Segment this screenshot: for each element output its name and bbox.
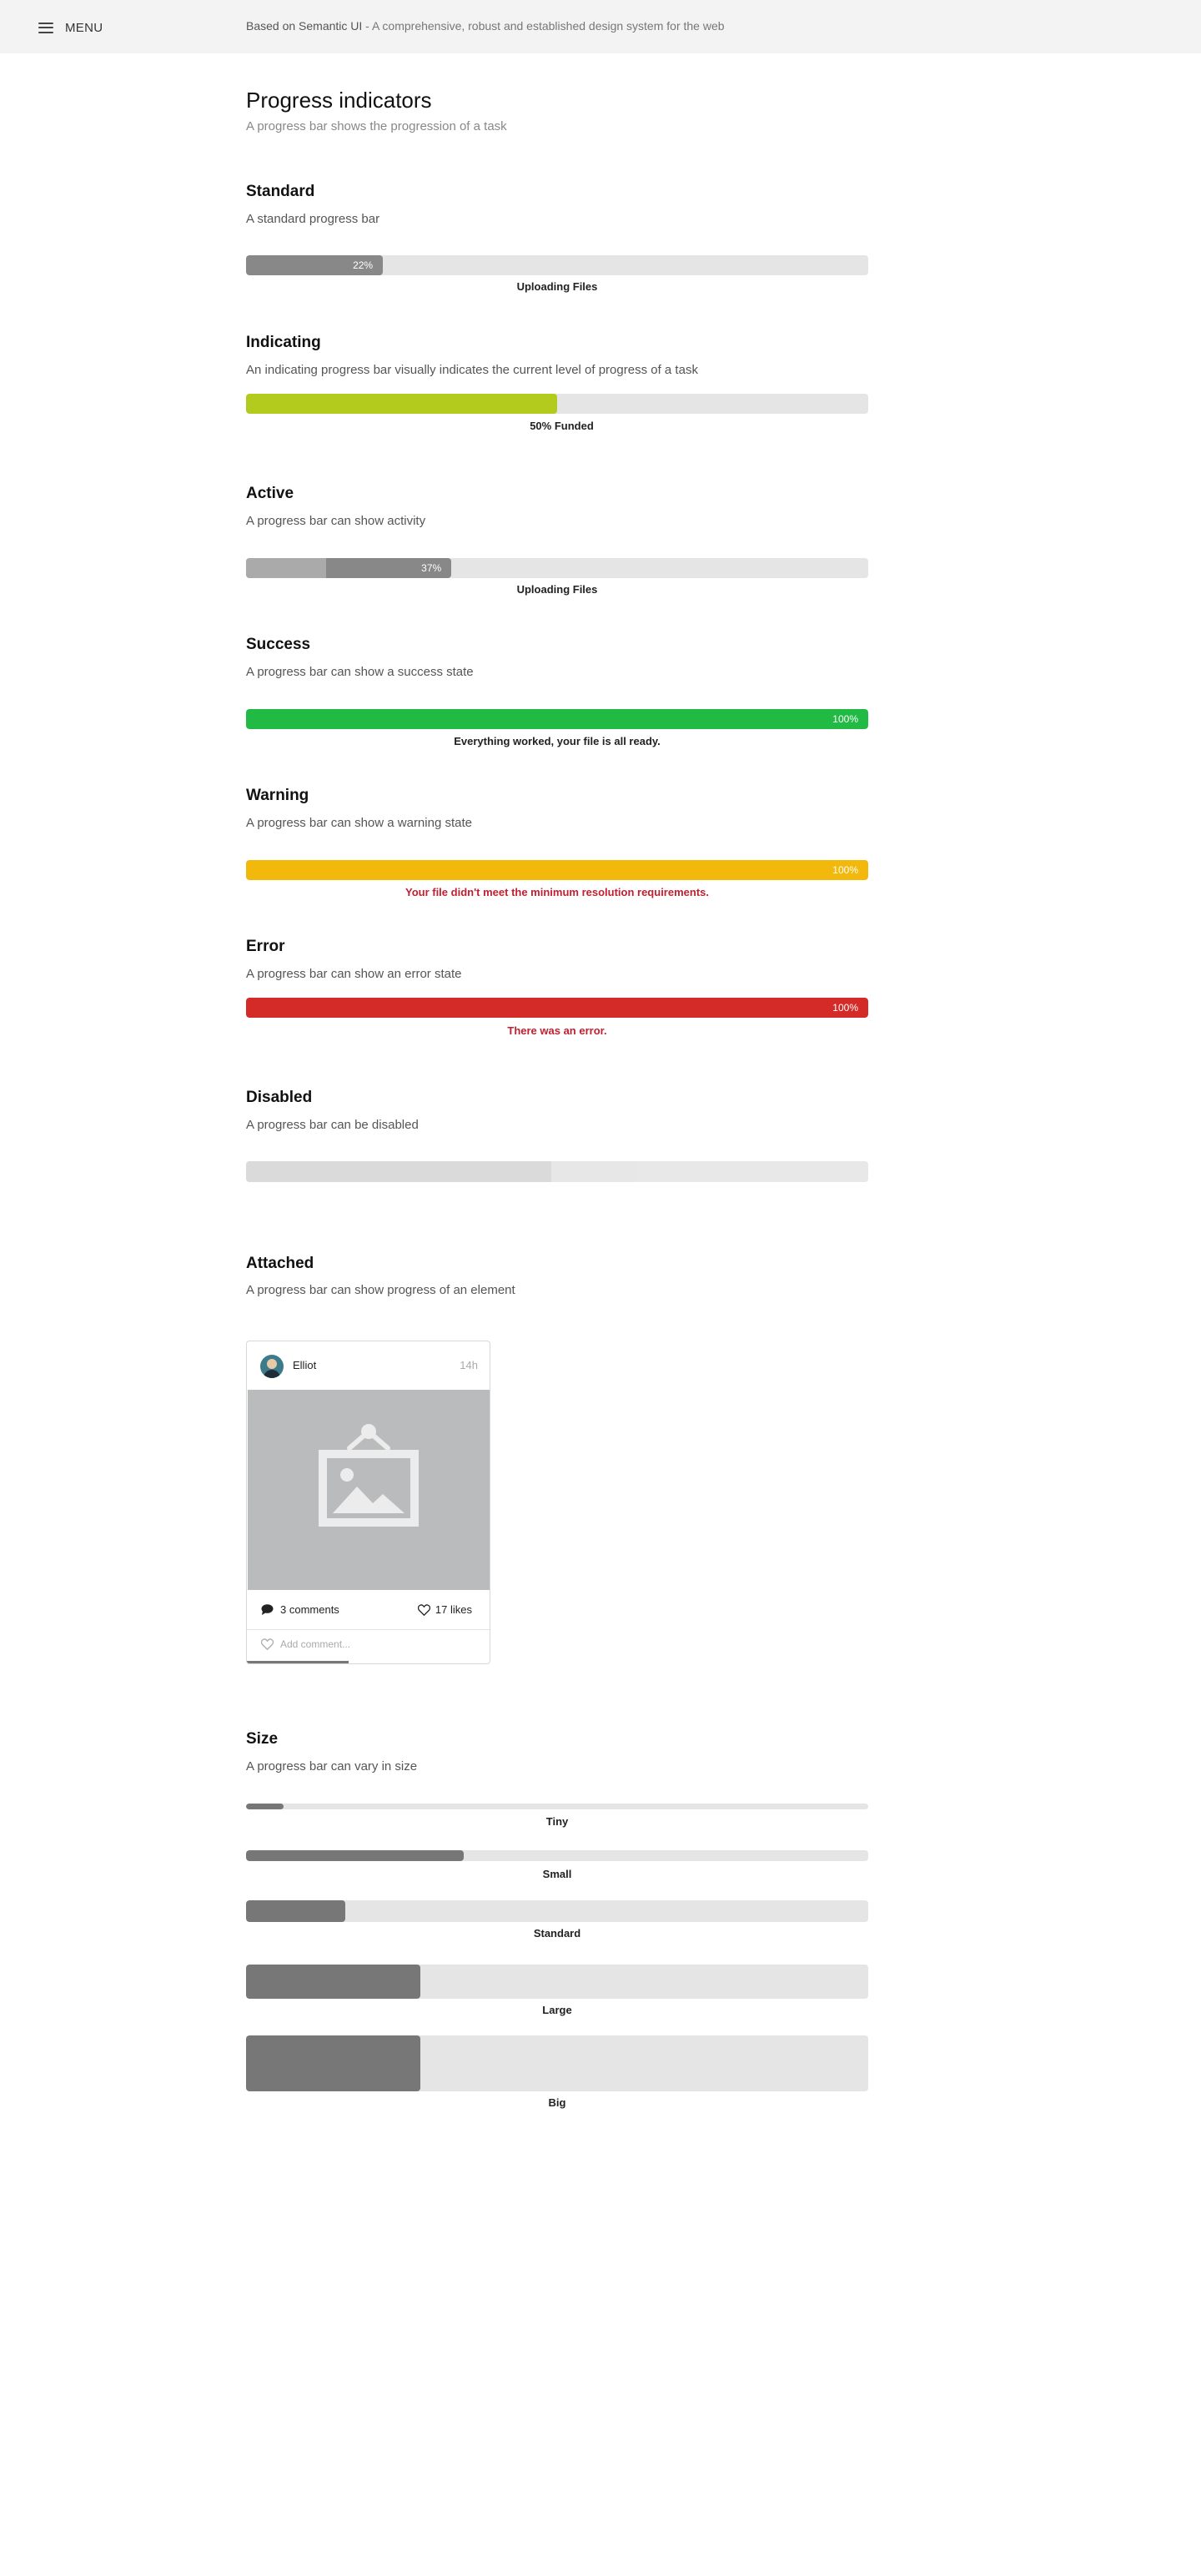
progress-fill [247,1661,349,1663]
brand-link[interactable]: Based on Semantic UI [246,19,362,33]
section-desc-disabled: A progress bar can be disabled [246,1118,419,1132]
progress-label-error: There was an error. [507,1024,607,1037]
top-bar: MENU Based on Semantic UI - A comprehens… [0,0,1201,53]
page-title: Progress indicators [246,88,432,113]
progress-fill [246,1850,465,1861]
progress-label-success: Everything worked, your file is all read… [454,735,661,747]
attached-progress-bar [247,1661,490,1663]
progress-percent: 22% [353,259,374,271]
progress-fill [246,1161,551,1182]
section-desc-size: A progress bar can vary in size [246,1759,418,1774]
section-title-warning: Warning [246,787,309,804]
progress-bar-standard-size [246,1900,868,1922]
progress-fill: 37% [246,558,452,578]
progress-label-indicating: 50% Funded [530,420,594,432]
comments-button[interactable]: 3 comments [261,1603,339,1616]
card-username[interactable]: Elliot [293,1359,316,1371]
add-comment-field[interactable]: Add comment... [261,1638,350,1650]
progress-fill [246,1900,346,1922]
heart-icon [417,1603,430,1616]
section-title-error: Error [246,938,285,955]
progress-label-big: Big [548,2096,566,2109]
add-comment-placeholder: Add comment... [280,1638,351,1650]
section-title-attached: Attached [246,1255,314,1272]
section-desc-attached: A progress bar can show progress of an e… [246,1283,515,1297]
progress-label-large: Large [542,2004,572,2016]
menu-label: MENU [65,20,103,35]
section-desc-standard: A standard progress bar [246,212,380,226]
progress-bar-big [246,2035,868,2091]
section-title-standard: Standard [246,183,315,200]
progress-bar-active: 37% [246,558,868,578]
section-title-size: Size [246,1730,279,1748]
progress-percent: 100% [832,713,858,725]
progress-percent: 100% [832,1002,858,1014]
post-card: Elliot 14h 3 comments 17 likes Add comme… [246,1341,490,1664]
active-shine [246,558,326,578]
avatar[interactable] [260,1355,284,1378]
site-tagline: Based on Semantic UI - A comprehensive, … [246,19,725,33]
heart-outline-icon [261,1638,274,1650]
progress-fill: 100% [246,709,868,729]
card-header: Elliot 14h [247,1341,490,1390]
image-placeholder-icon [319,1424,419,1527]
section-title-disabled: Disabled [246,1089,313,1106]
progress-bar-disabled [246,1161,868,1182]
progress-label-standard-size: Standard [533,1927,581,1940]
section-desc-indicating: An indicating progress bar visually indi… [246,363,698,377]
progress-fill [246,1965,420,1999]
progress-bar-warning: 100% [246,860,868,880]
progress-bar-success: 100% [246,709,868,729]
progress-label-standard: Uploading Files [516,280,598,293]
likes-count: 17 likes [435,1603,472,1616]
hamburger-icon [38,22,53,33]
progress-label-small: Small [542,1868,572,1880]
progress-bar-error: 100% [246,998,868,1018]
progress-fill: 100% [246,998,868,1018]
image-placeholder [248,1390,490,1590]
progress-percent: 37% [421,562,442,574]
progress-label-warning: Your file didn't meet the minimum resolu… [405,886,709,898]
comment-icon [261,1604,274,1615]
section-desc-error: A progress bar can show an error state [246,967,462,981]
progress-bar-indicating [246,394,868,414]
progress-percent: 100% [832,864,858,876]
progress-bar-standard: 22% [246,255,868,275]
section-title-indicating: Indicating [246,334,321,351]
section-desc-success: A progress bar can show a success state [246,665,474,679]
tagline-text: - A comprehensive, robust and establishe… [362,19,725,33]
progress-fill: 100% [246,860,868,880]
section-desc-warning: A progress bar can show a warning state [246,816,472,830]
progress-fill [246,2035,420,2091]
card-actions: 3 comments 17 likes [247,1590,490,1630]
progress-fill: 22% [246,255,384,275]
progress-bar-large [246,1965,868,1999]
section-title-success: Success [246,636,311,653]
progress-label-tiny: Tiny [545,1815,569,1828]
section-desc-active: A progress bar can show activity [246,514,426,528]
menu-button[interactable]: MENU [38,18,103,37]
progress-fill [246,1804,284,1809]
card-time: 14h [460,1359,478,1371]
page-subtitle: A progress bar shows the progression of … [246,119,507,133]
section-title-active: Active [246,485,294,502]
progress-bar-tiny [246,1804,868,1809]
likes-button[interactable]: 17 likes [417,1603,472,1616]
progress-fill [246,394,557,414]
progress-bar-small [246,1850,868,1861]
comments-count: 3 comments [280,1603,339,1616]
progress-label-active: Uploading Files [516,583,598,596]
